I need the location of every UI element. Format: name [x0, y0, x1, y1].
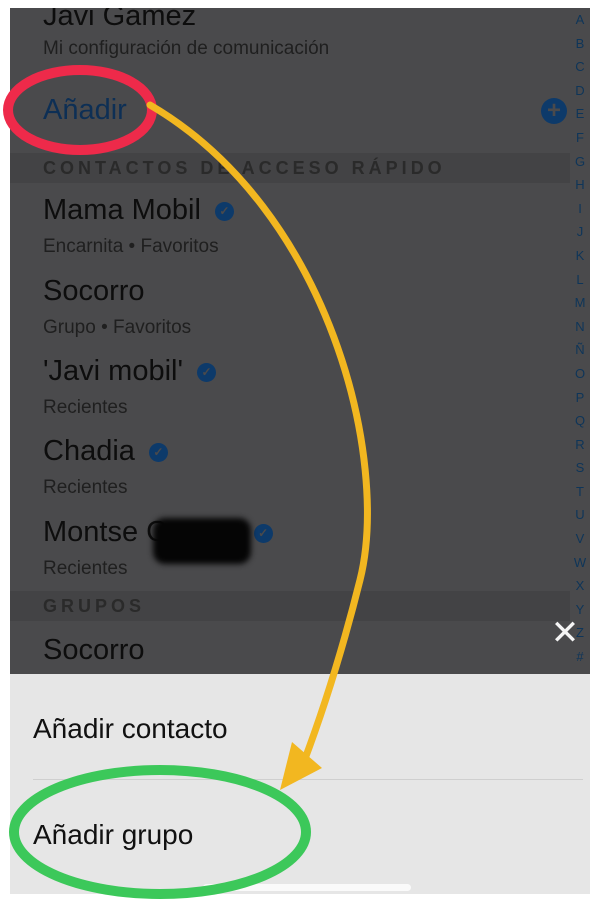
index-letter[interactable]: M — [571, 291, 589, 315]
contact-list[interactable]: Javi Gamez Mi configuración de comunicac… — [10, 8, 590, 674]
index-letter[interactable]: P — [571, 386, 589, 410]
group-name: Socorro — [43, 634, 145, 666]
redaction-blur — [153, 518, 251, 564]
contact-sub: Encarnita • Favoritos — [43, 236, 219, 257]
contact-sub: Grupo • Favoritos — [43, 317, 192, 338]
index-letter[interactable]: K — [571, 244, 589, 268]
contact-sub: Recientes — [43, 558, 128, 579]
add-contact-option[interactable]: Añadir contacto — [33, 713, 228, 745]
action-sheet: Añadir contacto Añadir grupo — [10, 674, 590, 894]
phone-screen: Javi Gamez Mi configuración de comunicac… — [10, 8, 590, 894]
index-letter[interactable]: R — [571, 433, 589, 457]
index-letter[interactable]: H — [571, 173, 589, 197]
home-indicator — [203, 884, 411, 891]
index-letter[interactable]: Q — [571, 409, 589, 433]
index-letter[interactable]: C — [571, 55, 589, 79]
index-letter[interactable]: U — [571, 503, 589, 527]
verified-check-icon: ✓ — [148, 442, 168, 462]
contact-sub: Recientes — [43, 477, 128, 498]
index-letter[interactable]: W — [571, 551, 589, 575]
index-letter[interactable]: L — [571, 268, 589, 292]
section-groups: GRUPOS — [10, 591, 570, 621]
alphabet-index[interactable]: A B C D E F G H I J K L M N Ñ O P Q R S T U V W X Y Z # — [571, 8, 589, 674]
index-letter[interactable]: X — [571, 574, 589, 598]
index-letter[interactable]: N — [571, 315, 589, 339]
add-group-option[interactable]: Añadir grupo — [33, 819, 193, 851]
index-letter[interactable]: O — [571, 362, 589, 386]
index-letter[interactable]: B — [571, 32, 589, 56]
top-contact-name[interactable]: Javi Gamez — [43, 8, 196, 33]
verified-check-icon: ✓ — [214, 201, 234, 221]
index-letter[interactable]: Ñ — [571, 338, 589, 362]
index-letter[interactable]: E — [571, 102, 589, 126]
index-letter[interactable]: T — [571, 480, 589, 504]
index-letter[interactable]: F — [571, 126, 589, 150]
sheet-divider — [33, 779, 583, 780]
top-contact-sub: Mi configuración de comunicación — [43, 38, 330, 59]
index-letter[interactable]: V — [571, 527, 589, 551]
index-letter[interactable]: S — [571, 456, 589, 480]
contact-name: 'Javi mobil' — [43, 355, 184, 387]
index-letter[interactable]: I — [571, 197, 589, 221]
plus-circle-icon[interactable]: + — [541, 98, 567, 124]
index-letter[interactable]: J — [571, 220, 589, 244]
verified-check-icon: ✓ — [197, 362, 217, 382]
index-letter[interactable]: D — [571, 79, 589, 103]
section-quick-access: CONTACTOS DE ACCESO RÁPIDO — [10, 153, 570, 183]
close-icon[interactable]: ✕ — [550, 616, 580, 650]
contact-name: Socorro — [43, 275, 145, 307]
contact-name: Chadia — [43, 435, 135, 467]
contact-sub: Recientes — [43, 397, 128, 418]
verified-check-icon: ✓ — [253, 523, 273, 543]
index-letter[interactable]: G — [571, 150, 589, 174]
contact-name: Mama Mobil — [43, 194, 201, 226]
add-link[interactable]: Añadir — [43, 94, 127, 127]
index-letter[interactable]: A — [571, 8, 589, 32]
